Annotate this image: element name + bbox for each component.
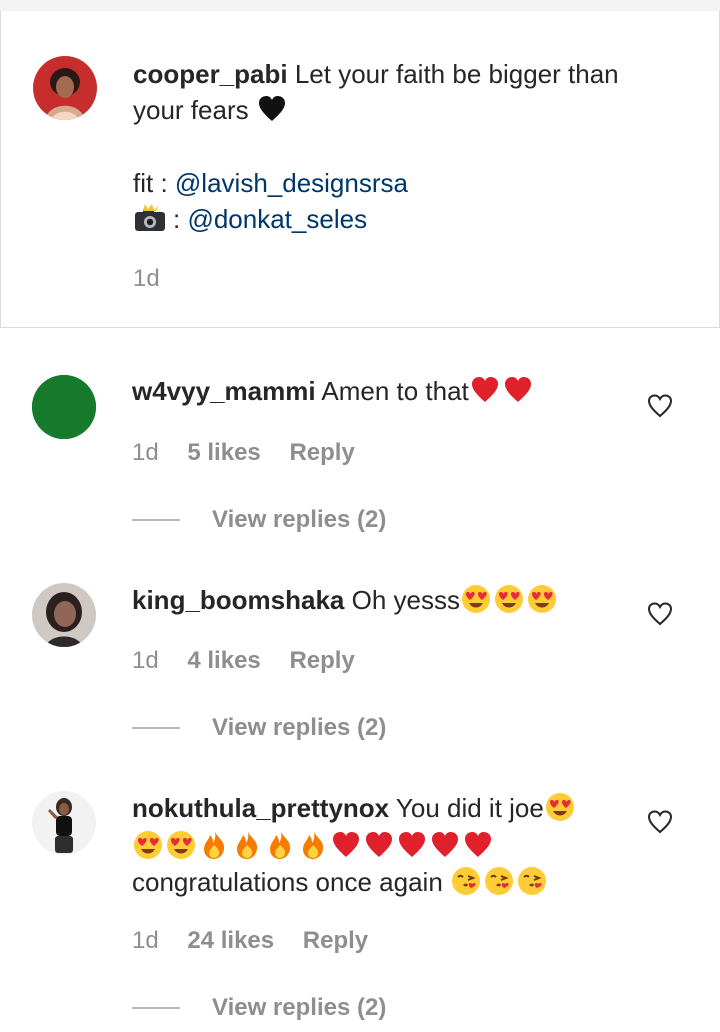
like-button[interactable] xyxy=(646,392,674,420)
view-replies-label: View replies (2) xyxy=(212,994,387,1021)
caption-text-line1: Let your faith be bigger than xyxy=(294,59,619,89)
fire-emoji xyxy=(231,829,263,861)
profile-photo-icon xyxy=(32,791,96,855)
red-heart-emoji xyxy=(502,374,534,406)
like-button[interactable] xyxy=(646,808,674,836)
red-heart-emoji xyxy=(330,829,362,861)
comment-likes[interactable]: 4 likes xyxy=(187,646,260,676)
fire-emoji xyxy=(198,829,230,861)
replies-divider xyxy=(132,1007,180,1009)
reply-button[interactable]: Reply xyxy=(289,646,354,676)
replies-divider xyxy=(132,519,180,521)
red-heart-emoji xyxy=(462,829,494,861)
reply-button[interactable]: Reply xyxy=(303,926,368,956)
view-replies-button[interactable]: View replies (2) xyxy=(132,713,386,743)
caption-first-line: cooper_pabi Let your faith be bigger tha… xyxy=(133,56,619,92)
caption-username[interactable]: cooper_pabi xyxy=(133,59,288,89)
fit-mention-link[interactable]: @lavish_designsrsa xyxy=(175,168,408,198)
comment-username[interactable]: king_boomshaka xyxy=(132,585,344,615)
comment-avatar[interactable] xyxy=(32,583,96,647)
comment-username[interactable]: w4vyy_mammi xyxy=(132,376,316,406)
heart-outline-icon xyxy=(647,394,673,418)
caption-timestamp: 1d xyxy=(133,265,160,292)
profile-photo-icon xyxy=(32,375,96,439)
replies-divider xyxy=(132,727,180,729)
comment-timestamp: 1d xyxy=(132,927,159,954)
comment-text: w4vyy_mammi Amen to that xyxy=(132,373,535,409)
caption-text-line2: your fears xyxy=(133,95,249,125)
profile-photo-icon xyxy=(32,583,96,647)
caption-avatar[interactable] xyxy=(33,56,97,120)
caption-fit-line: fit : @lavish_designsrsa xyxy=(133,165,408,201)
comment-meta: 1d 5 likes Reply xyxy=(132,438,377,468)
photo-mention-link[interactable]: @donkat_seles xyxy=(187,204,367,234)
heart-outline-icon xyxy=(647,602,673,626)
black-heart-emoji xyxy=(256,93,288,125)
view-replies-label: View replies (2) xyxy=(212,506,387,533)
heart-eyes-emoji xyxy=(165,829,197,861)
heart-outline-icon xyxy=(647,810,673,834)
caption-photo-line: : @donkat_seles xyxy=(133,201,367,237)
kissing-heart-emoji xyxy=(516,865,548,897)
comment-timestamp: 1d xyxy=(132,647,159,674)
comment-emoji-line xyxy=(132,828,495,864)
caption-second-line: your fears xyxy=(133,92,289,128)
view-replies-button[interactable]: View replies (2) xyxy=(132,993,386,1023)
comment-likes[interactable]: 24 likes xyxy=(187,926,274,956)
comment-meta: 1d 4 likes Reply xyxy=(132,646,377,676)
caption-meta: 1d xyxy=(133,264,182,294)
heart-eyes-emoji xyxy=(460,583,492,615)
fire-emoji xyxy=(264,829,296,861)
comment-text: nokuthula_prettynox You did it joe xyxy=(132,790,577,826)
comment-username[interactable]: nokuthula_prettynox xyxy=(132,793,389,823)
comment-avatar[interactable] xyxy=(32,791,96,855)
kissing-heart-emoji xyxy=(483,865,515,897)
heart-eyes-emoji xyxy=(544,791,576,823)
comment-meta: 1d 24 likes Reply xyxy=(132,926,390,956)
heart-eyes-emoji xyxy=(132,829,164,861)
comment-body-line1: You did it joe xyxy=(395,793,544,823)
post-caption: cooper_pabi Let your faith be bigger tha… xyxy=(0,11,720,328)
comment-body: Oh yesss xyxy=(351,585,461,615)
view-replies-button[interactable]: View replies (2) xyxy=(132,505,386,535)
heart-eyes-emoji xyxy=(526,583,558,615)
fit-label: fit : xyxy=(133,168,175,198)
comment-body-line3: congratulations once again xyxy=(132,864,549,900)
comment-body-line3-text: congratulations once again xyxy=(132,867,451,897)
comment-text: king_boomshaka Oh yesss xyxy=(132,582,559,618)
fire-emoji xyxy=(297,829,329,861)
profile-photo-icon xyxy=(33,56,97,120)
red-heart-emoji xyxy=(363,829,395,861)
reply-button[interactable]: Reply xyxy=(289,438,354,468)
camera-with-flash-emoji xyxy=(133,203,167,233)
instagram-comments-page: cooper_pabi Let your faith be bigger tha… xyxy=(0,0,720,1032)
red-heart-emoji xyxy=(396,829,428,861)
comment-timestamp: 1d xyxy=(132,439,159,466)
comment-likes[interactable]: 5 likes xyxy=(187,438,260,468)
red-heart-emoji xyxy=(429,829,461,861)
comment-body: Amen to that xyxy=(321,376,469,406)
heart-eyes-emoji xyxy=(493,583,525,615)
like-button[interactable] xyxy=(646,600,674,628)
red-heart-emoji xyxy=(469,374,501,406)
photo-label: : xyxy=(173,204,188,234)
kissing-heart-emoji xyxy=(450,865,482,897)
comment-avatar[interactable] xyxy=(32,375,96,439)
view-replies-label: View replies (2) xyxy=(212,714,387,741)
